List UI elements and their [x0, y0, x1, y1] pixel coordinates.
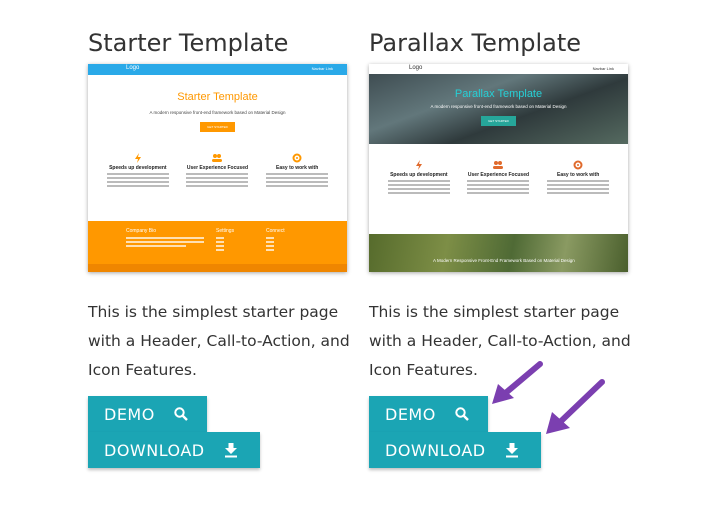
preview-hero: Parallax Template A modern responsive fr…: [369, 74, 628, 144]
preview-hero: Starter Template A modern responsive fro…: [88, 75, 347, 137]
preview-feature-title: Easy to work with: [276, 165, 319, 171]
download-button-label: DOWNLOAD: [104, 440, 205, 460]
preview-navbar: Logo Navbar Link: [369, 64, 628, 74]
download-icon: [223, 442, 239, 458]
card-title: Parallax Template: [369, 29, 582, 57]
preview-feature: Speeds up development: [103, 153, 173, 221]
preview-feature: Easy to work with: [543, 160, 613, 228]
search-icon: [173, 406, 189, 422]
preview-hero-title: Parallax Template: [454, 88, 543, 100]
preview-feature: User Experience Focused: [463, 160, 533, 228]
preview-footer-title: Settings: [216, 228, 235, 234]
preview-navbar: Logo Navbar Link: [88, 64, 347, 75]
flash-icon: [384, 160, 454, 170]
preview-footer: Company Bio Settings Connect: [88, 221, 347, 272]
flash-icon: [103, 153, 173, 163]
preview-feature-title: Easy to work with: [557, 172, 600, 178]
preview-feature: Easy to work with: [262, 153, 332, 221]
parallax-template-preview[interactable]: Logo Navbar Link Parallax Template A mod…: [369, 64, 628, 272]
preview-features: Speeds up development User Experience Fo…: [369, 144, 628, 228]
starter-template-card: Starter Template Logo Navbar Link Starte…: [88, 24, 350, 468]
preview-hero-subtitle: A modern responsive front-end framework …: [149, 110, 286, 115]
preview-parallax-image: A Modern Responsive Front-End Framework …: [369, 234, 628, 272]
preview-features: Speeds up development User Experience Fo…: [88, 137, 347, 221]
preview-image-caption: A Modern Responsive Front-End Framework …: [433, 258, 575, 263]
card-title: Starter Template: [88, 29, 289, 57]
settings-icon: [543, 160, 613, 170]
demo-button[interactable]: DEMO: [88, 396, 207, 432]
demo-button-label: DEMO: [385, 404, 436, 424]
preview-feature-title: Speeds up development: [390, 172, 448, 178]
preview-feature-title: User Experience Focused: [467, 172, 530, 178]
preview-feature-title: User Experience Focused: [186, 165, 249, 171]
preview-feature-title: Speeds up development: [109, 165, 167, 171]
preview-hero-title: Starter Template: [177, 91, 258, 103]
download-button-label: DOWNLOAD: [385, 440, 486, 460]
preview-logo: Logo: [409, 65, 423, 71]
starter-template-preview[interactable]: Logo Navbar Link Starter Template A mode…: [88, 64, 347, 272]
preview-feature: Speeds up development: [384, 160, 454, 228]
preview-hero-button: GET STARTED: [481, 116, 516, 126]
parallax-template-card: Parallax Template Logo Navbar Link Paral…: [369, 24, 631, 468]
group-icon: [182, 153, 252, 163]
preview-footer-title: Connect: [266, 228, 285, 234]
preview-logo: Logo: [126, 65, 140, 71]
preview-footer-title: Company Bio: [126, 228, 157, 234]
demo-button[interactable]: DEMO: [369, 396, 488, 432]
card-description: This is the simplest starter page with a…: [88, 303, 350, 379]
download-button[interactable]: DOWNLOAD: [88, 432, 260, 468]
preview-nav-link: Navbar Link: [311, 66, 333, 71]
preview-feature: User Experience Focused: [182, 153, 252, 221]
download-icon: [504, 442, 520, 458]
download-button[interactable]: DOWNLOAD: [369, 432, 541, 468]
settings-icon: [262, 153, 332, 163]
group-icon: [463, 160, 533, 170]
search-icon: [454, 406, 470, 422]
demo-button-label: DEMO: [104, 404, 155, 424]
preview-nav-link: Navbar Link: [592, 66, 614, 71]
arrow-annotation-download-icon: [546, 379, 605, 434]
preview-hero-subtitle: A modern responsive front-end framework …: [430, 104, 567, 109]
preview-hero-button: GET STARTED: [200, 122, 235, 132]
